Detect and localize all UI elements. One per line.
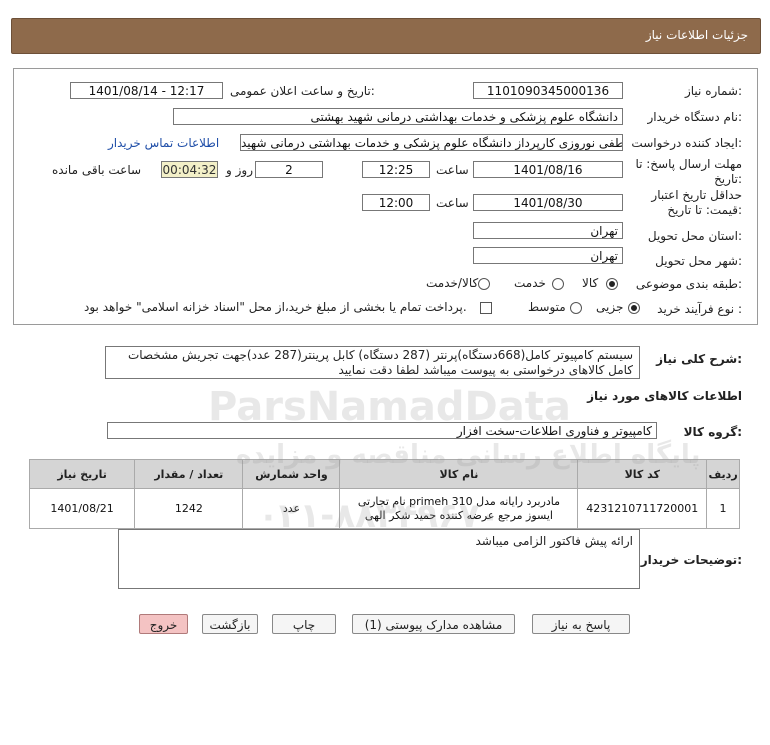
description-box: سیستم کامپیوتر کامل(668دستگاه)پرنتر (287… bbox=[105, 346, 640, 379]
back-button[interactable]: بازگشت bbox=[202, 614, 258, 634]
category-radio-goods[interactable] bbox=[606, 278, 618, 290]
description-label: شرح کلی نیاز: bbox=[656, 352, 742, 366]
category-option-service: خدمت bbox=[514, 276, 546, 290]
process-radio-minor[interactable] bbox=[628, 302, 640, 314]
goods-table: ردیف کد کالا نام کالا واحد شمارش تعداد /… bbox=[28, 459, 740, 529]
deadline-date-label: تاریخ: bbox=[714, 172, 742, 186]
buyer-label: نام دستگاه خریدار: bbox=[647, 110, 743, 124]
goods-group-label: گروه کالا: bbox=[683, 425, 742, 439]
city-label: شهر محل تحویل: bbox=[655, 254, 742, 268]
announce-field: 1401/08/14 - 12:17 bbox=[70, 82, 223, 99]
print-button[interactable]: چاپ bbox=[272, 614, 336, 634]
category-label: طبقه بندی موضوعی: bbox=[635, 277, 742, 291]
cell-name: مادربرد رایانه مدل primeh 310 نام تجارتی… bbox=[339, 488, 579, 529]
creator-field: مصطفی نوروزی کارپرداز دانشگاه علوم پزشکی… bbox=[240, 134, 623, 151]
treasury-payment-note: پرداخت تمام یا بخشی از مبلغ خرید،از محل … bbox=[84, 300, 467, 314]
days-field: 2 bbox=[255, 161, 323, 178]
col-date: تاریخ نیاز bbox=[28, 459, 136, 489]
col-unit: واحد شمارش bbox=[242, 459, 341, 489]
col-row: ردیف bbox=[706, 459, 740, 489]
validity-date-label: قیمت: تا تاریخ: bbox=[667, 203, 742, 217]
cell-code: 4231210711720001 bbox=[577, 488, 708, 529]
col-name: نام کالا bbox=[339, 459, 579, 489]
process-radio-medium[interactable] bbox=[570, 302, 582, 314]
reply-button[interactable]: پاسخ به نیاز bbox=[532, 614, 630, 634]
col-code: کد کالا bbox=[577, 459, 708, 489]
validity-date-field: 1401/08/30 bbox=[473, 194, 623, 211]
table-header-row: ردیف کد کالا نام کالا واحد شمارش تعداد /… bbox=[28, 459, 740, 489]
validity-label: حداقل تاریخ اعتبار bbox=[651, 188, 742, 202]
cell-qty: 1242 bbox=[134, 488, 244, 529]
buyer-field: دانشگاه علوم پزشکی و خدمات بهداشتی درمان… bbox=[173, 108, 623, 125]
view-attachments-button[interactable]: مشاهده مدارک پیوستی (1) bbox=[352, 614, 515, 634]
remaining-label: ساعت باقی مانده bbox=[52, 163, 142, 177]
deadline-date-field: 1401/08/16 bbox=[473, 161, 623, 178]
process-option-minor: جزیی bbox=[596, 300, 624, 314]
cell-unit: عدد bbox=[242, 488, 341, 529]
deadline-label: مهلت ارسال پاسخ: تا bbox=[635, 157, 742, 171]
province-label: استان محل تحویل: bbox=[647, 229, 742, 243]
buyer-notes-label: توضیحات خریدار: bbox=[640, 553, 742, 567]
province-field: تهران bbox=[473, 222, 623, 239]
city-field: تهران bbox=[473, 247, 623, 264]
buyer-contact-link[interactable]: اطلاعات تماس خریدار bbox=[108, 136, 219, 150]
treasury-payment-checkbox[interactable] bbox=[480, 302, 492, 314]
process-label: نوع فرآیند خرید : bbox=[657, 302, 742, 316]
buyer-notes-box: ارائه پیش فاکتور الزامی میباشد bbox=[118, 529, 640, 589]
cell-date: 1401/08/21 bbox=[28, 488, 136, 529]
process-option-medium: متوسط bbox=[528, 300, 566, 314]
announce-label: تاریخ و ساعت اعلان عمومی: bbox=[230, 84, 375, 98]
page-header: جزئیات اطلاعات نیاز bbox=[11, 18, 761, 54]
category-option-goods: کالا bbox=[582, 276, 599, 290]
goods-group-field: کامپیوتر و فناوری اطلاعات-سخت افزار bbox=[107, 422, 657, 439]
category-option-both: کالا/خدمت bbox=[426, 276, 479, 290]
days-label: روز و bbox=[226, 163, 253, 177]
category-radio-both[interactable] bbox=[478, 278, 490, 290]
creator-label: ایجاد کننده درخواست: bbox=[631, 136, 742, 150]
need-number-label: شماره نیاز: bbox=[684, 84, 742, 98]
validity-time-field: 12:00 bbox=[362, 194, 430, 211]
deadline-time-label: ساعت bbox=[436, 163, 469, 177]
exit-button[interactable]: خروج bbox=[139, 614, 188, 634]
goods-section-title: اطلاعات کالاهای مورد نیاز bbox=[587, 389, 742, 403]
deadline-time-field: 12:25 bbox=[362, 161, 430, 178]
col-qty: تعداد / مقدار bbox=[134, 459, 244, 489]
validity-time-label: ساعت bbox=[436, 196, 469, 210]
table-row: 1 4231210711720001 مادربرد رایانه مدل pr… bbox=[28, 488, 740, 529]
need-number-field: 1101090345000136 bbox=[473, 82, 623, 99]
cell-row: 1 bbox=[706, 488, 740, 529]
page-title: جزئیات اطلاعات نیاز bbox=[645, 28, 748, 42]
remaining-time-field: 00:04:32 bbox=[161, 161, 218, 178]
category-radio-service[interactable] bbox=[552, 278, 564, 290]
